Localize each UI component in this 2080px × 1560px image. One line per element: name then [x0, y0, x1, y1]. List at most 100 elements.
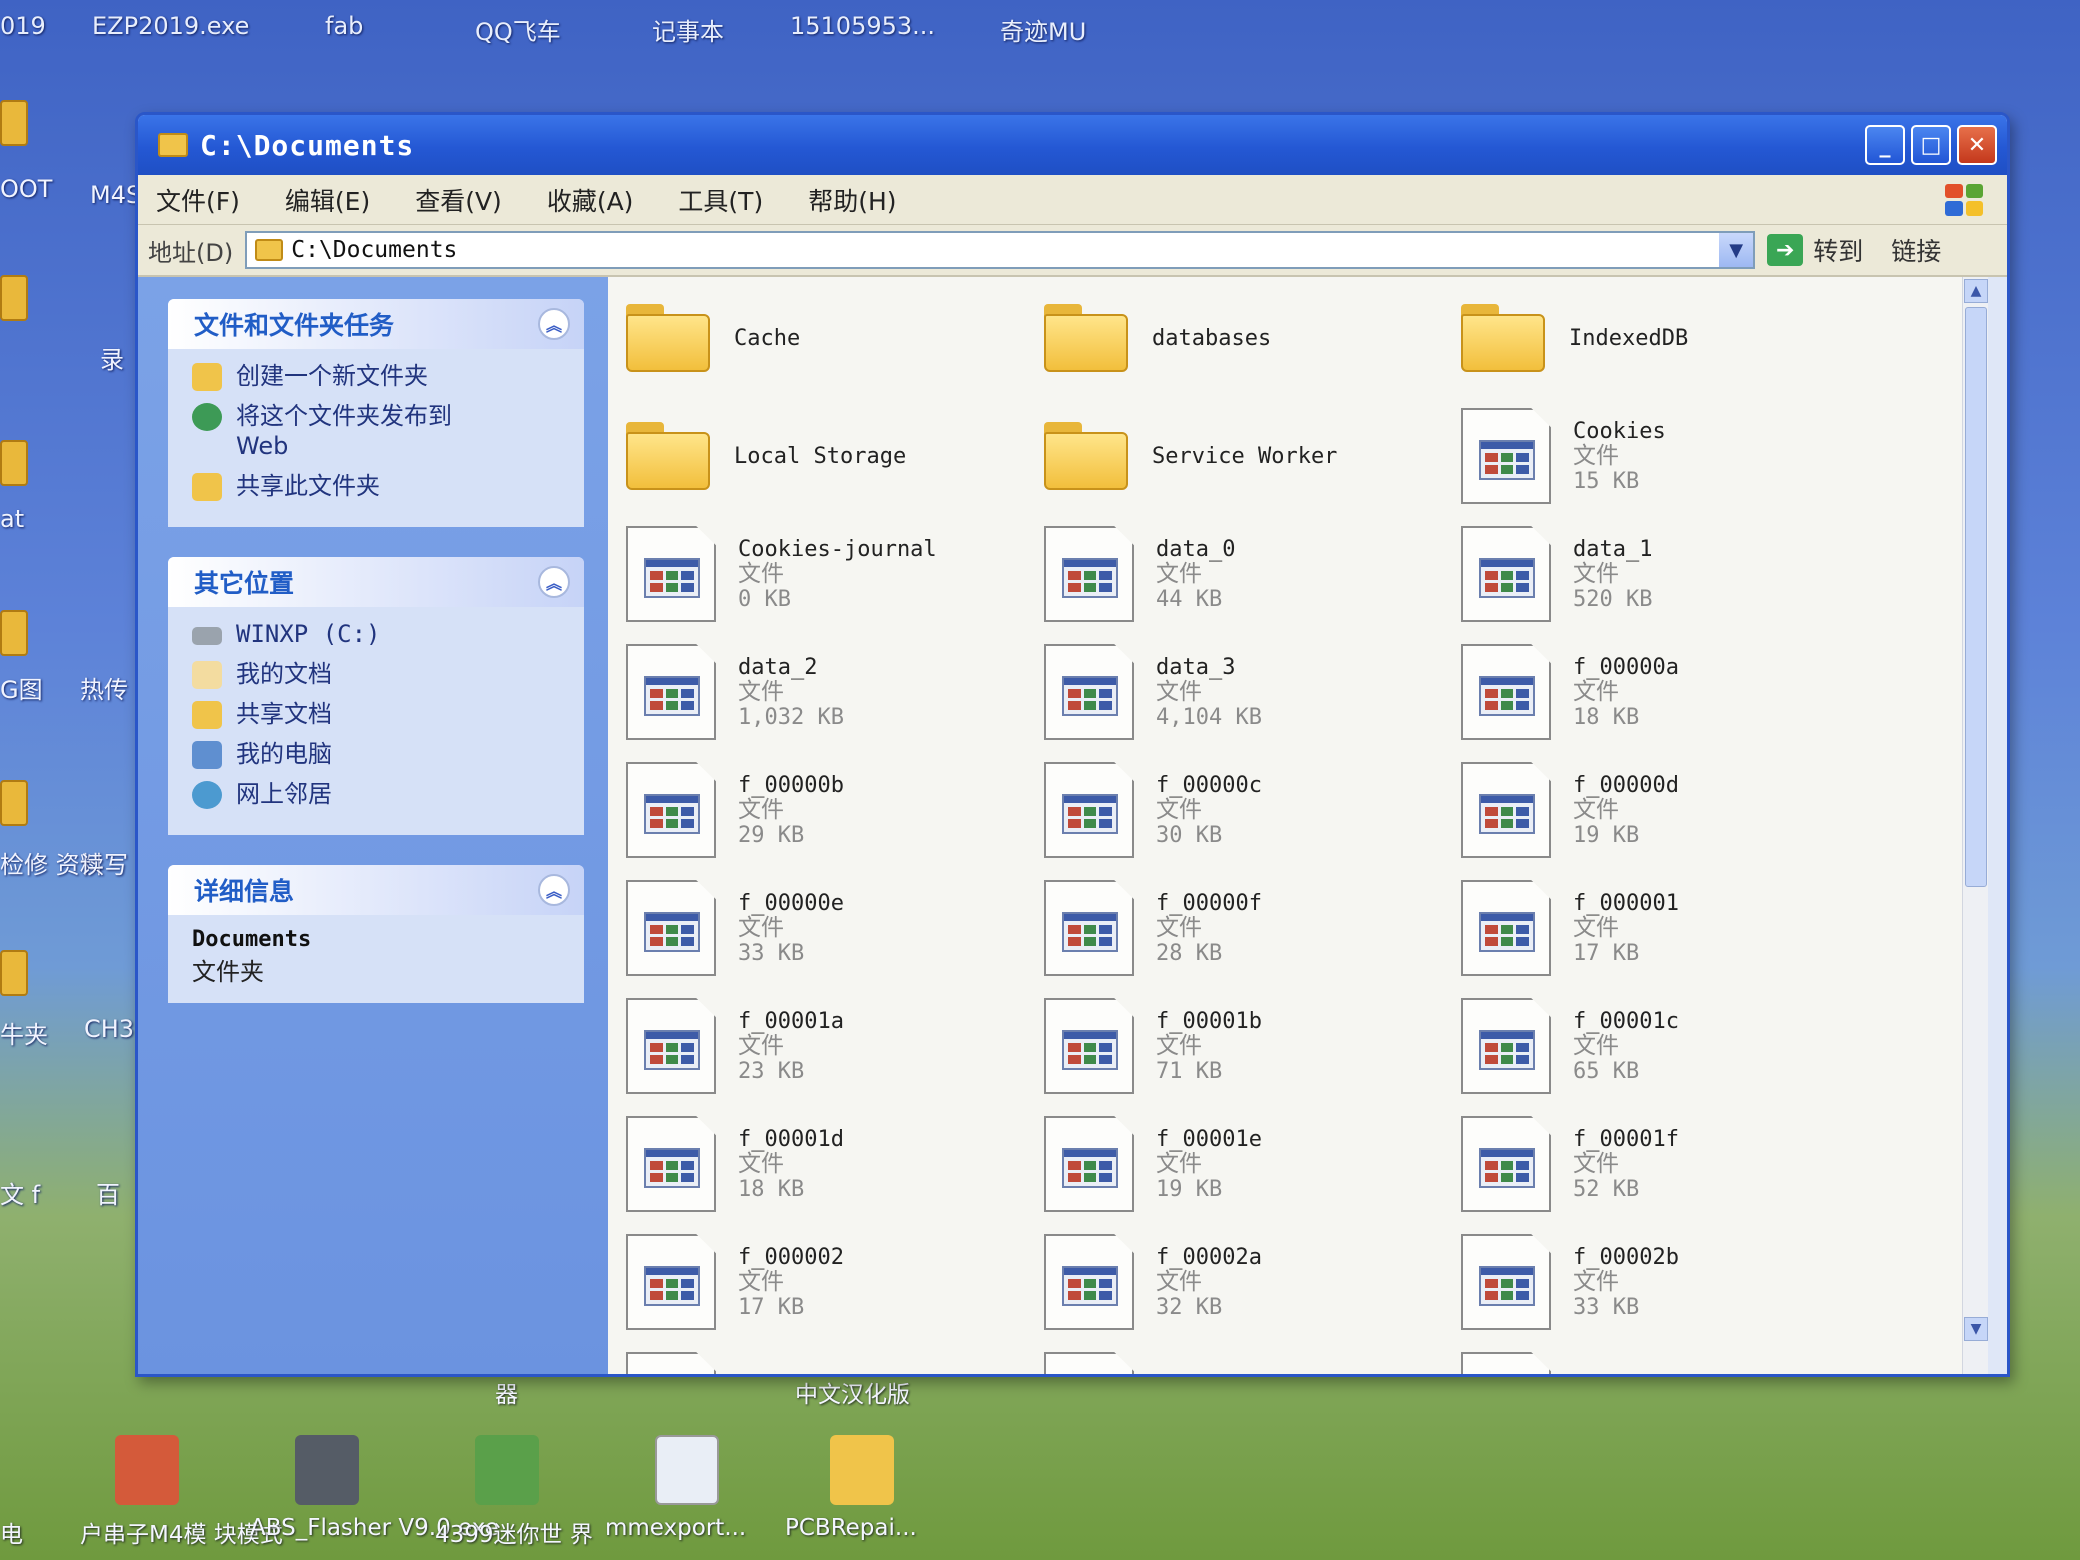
- chevron-down-icon[interactable]: ▼: [1719, 233, 1754, 267]
- links-button[interactable]: 链接: [1891, 232, 1941, 268]
- address-input[interactable]: C:\Documents ▼: [245, 231, 1756, 269]
- desktop-icon[interactable]: [295, 1435, 359, 1505]
- file-item[interactable]: f_00001c 文件 65 KB: [1461, 991, 1861, 1101]
- desktop-label[interactable]: EZP2019.exe: [92, 12, 249, 40]
- scroll-down-icon[interactable]: ▼: [1964, 1317, 1988, 1341]
- desktop-label[interactable]: 录: [100, 340, 124, 375]
- file-item[interactable]: Cookies-journal 文件 0 KB: [626, 519, 1026, 629]
- file-item[interactable]: f_00000a 文件 18 KB: [1461, 637, 1861, 747]
- task-publish-web[interactable]: 将这个文件夹发布到 Web: [192, 401, 564, 461]
- desktop-label[interactable]: OOT: [0, 175, 52, 203]
- item-size: 33 KB: [738, 940, 805, 966]
- desktop-icon[interactable]: [0, 610, 28, 656]
- place-drive-c[interactable]: WINXP (C:): [192, 619, 564, 649]
- file-item[interactable]: f_00002e: [1461, 1345, 1861, 1374]
- file-item[interactable]: data_2 文件 1,032 KB: [626, 637, 1026, 747]
- desktop-label[interactable]: mmexport...: [605, 1515, 746, 1541]
- go-button[interactable]: ➔ 转到: [1767, 232, 1863, 268]
- collapse-icon[interactable]: ︽: [538, 308, 570, 340]
- desktop-label[interactable]: QQ飞车: [475, 12, 561, 47]
- scroll-up-icon[interactable]: ▲: [1964, 279, 1988, 303]
- desktop-icon[interactable]: [655, 1435, 719, 1505]
- desktop-label[interactable]: CH3: [84, 1015, 134, 1043]
- menu-view[interactable]: 查看(V): [415, 182, 502, 218]
- desktop-icon[interactable]: [115, 1435, 179, 1505]
- desktop-label[interactable]: PCBRepai...: [785, 1515, 917, 1541]
- folder-item[interactable]: Service Worker: [1044, 401, 1444, 511]
- menu-edit[interactable]: 编辑(E): [285, 182, 370, 218]
- menu-file[interactable]: 文件(F): [156, 182, 240, 218]
- task-new-folder[interactable]: 创建一个新文件夹: [192, 361, 564, 391]
- desktop-label[interactable]: 奇迹MU: [1000, 12, 1086, 47]
- desktop-top-icons: 019 EZP2019.exe fab QQ飞车 记事本 15105953...…: [0, 0, 2080, 60]
- file-item[interactable]: f_00000d 文件 19 KB: [1461, 755, 1861, 865]
- file-item[interactable]: f_00002b 文件 33 KB: [1461, 1227, 1861, 1337]
- panel-header[interactable]: 详细信息 ︽: [168, 865, 584, 915]
- file-item[interactable]: f_00000b 文件 29 KB: [626, 755, 1026, 865]
- folder-item[interactable]: databases: [1044, 283, 1444, 393]
- panel-header[interactable]: 其它位置 ︽: [168, 557, 584, 607]
- menu-favorites[interactable]: 收藏(A): [547, 182, 634, 218]
- desktop-label[interactable]: 器: [495, 1375, 518, 1409]
- file-item[interactable]: f_000001 文件 17 KB: [1461, 873, 1861, 983]
- file-item[interactable]: f_00001f 文件 52 KB: [1461, 1109, 1861, 1219]
- file-item[interactable]: f_00001d 文件 18 KB: [626, 1109, 1026, 1219]
- item-meta: f_00000d 文件 19 KB: [1573, 773, 1679, 848]
- minimize-button[interactable]: _: [1865, 125, 1905, 165]
- file-item[interactable]: f_00000e 文件 33 KB: [626, 873, 1026, 983]
- window-body: 文件和文件夹任务 ︽ 创建一个新文件夹 将这个文件夹发布到 Web 共享此文件夹: [138, 277, 2007, 1374]
- place-shared-documents[interactable]: 共享文档: [192, 699, 564, 729]
- file-item[interactable]: data_3 文件 4,104 KB: [1044, 637, 1444, 747]
- panel-header[interactable]: 文件和文件夹任务 ︽: [168, 299, 584, 349]
- folder-item[interactable]: Cache: [626, 283, 1026, 393]
- title-bar[interactable]: C:\Documents _ □ ✕: [138, 115, 2007, 175]
- file-item[interactable]: data_0 文件 44 KB: [1044, 519, 1444, 629]
- file-item[interactable]: f_00000f 文件 28 KB: [1044, 873, 1444, 983]
- desktop-label[interactable]: 中文汉化版: [795, 1375, 910, 1409]
- scroll-thumb[interactable]: [1965, 307, 1987, 887]
- place-network[interactable]: 网上邻居: [192, 779, 564, 809]
- desktop-label[interactable]: 15105953...: [790, 12, 935, 40]
- file-item[interactable]: f_00001b 文件 71 KB: [1044, 991, 1444, 1101]
- file-item[interactable]: f_00002c: [626, 1345, 1026, 1374]
- file-item[interactable]: f_00001a 文件 23 KB: [626, 991, 1026, 1101]
- desktop-label[interactable]: 4399迷你世 界: [435, 1515, 593, 1549]
- desktop-icon[interactable]: [830, 1435, 894, 1505]
- file-item[interactable]: f_000002 文件 17 KB: [626, 1227, 1026, 1337]
- file-item[interactable]: f_00002a 文件 32 KB: [1044, 1227, 1444, 1337]
- menu-tools[interactable]: 工具(T): [678, 182, 763, 218]
- desktop-label[interactable]: 记事本: [652, 12, 724, 47]
- desktop-icon[interactable]: [0, 100, 28, 146]
- folder-item[interactable]: IndexedDB: [1461, 283, 1861, 393]
- item-type: 文件: [1573, 560, 1619, 587]
- desktop-label[interactable]: 百: [96, 1175, 120, 1210]
- desktop-label[interactable]: 牛夹: [0, 1015, 48, 1050]
- item-name: data_1: [1573, 536, 1653, 562]
- desktop-label[interactable]: G图: [0, 670, 43, 705]
- task-share-folder[interactable]: 共享此文件夹: [192, 471, 564, 501]
- desktop-label[interactable]: at: [0, 505, 24, 533]
- folder-item[interactable]: Local Storage: [626, 401, 1026, 511]
- desktop-label[interactable]: 电: [0, 1515, 23, 1549]
- file-item[interactable]: data_1 文件 520 KB: [1461, 519, 1861, 629]
- file-item[interactable]: Cookies 文件 15 KB: [1461, 401, 1861, 511]
- close-button[interactable]: ✕: [1957, 125, 1997, 165]
- desktop-icon[interactable]: [0, 950, 28, 996]
- file-item[interactable]: f_00002d: [1044, 1345, 1444, 1374]
- collapse-icon[interactable]: ︽: [538, 874, 570, 906]
- desktop-icon[interactable]: [475, 1435, 539, 1505]
- vertical-scrollbar[interactable]: ▲ ▼: [1962, 277, 1988, 1374]
- desktop-label[interactable]: 019: [0, 12, 46, 40]
- maximize-button[interactable]: □: [1911, 125, 1951, 165]
- desktop-label[interactable]: 文 f: [0, 1175, 40, 1210]
- place-my-documents[interactable]: 我的文档: [192, 659, 564, 689]
- desktop-icon[interactable]: [0, 440, 28, 486]
- place-my-computer[interactable]: 我的电脑: [192, 739, 564, 769]
- menu-help[interactable]: 帮助(H): [808, 182, 896, 218]
- file-item[interactable]: f_00001e 文件 19 KB: [1044, 1109, 1444, 1219]
- collapse-icon[interactable]: ︽: [538, 566, 570, 598]
- desktop-label[interactable]: fab: [325, 12, 363, 40]
- desktop-icon[interactable]: [0, 780, 28, 826]
- desktop-icon[interactable]: [0, 275, 28, 321]
- file-item[interactable]: f_00000c 文件 30 KB: [1044, 755, 1444, 865]
